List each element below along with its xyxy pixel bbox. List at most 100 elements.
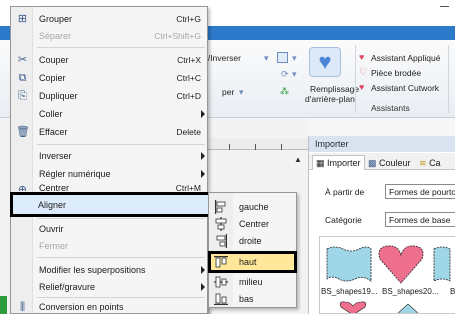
from-select[interactable]: Formes de pourtour xyxy=(385,184,455,199)
menu-item-conversion-points[interactable]: ⫼ Conversion en points xyxy=(11,298,207,314)
chevron-down-icon[interactable]: ▾ xyxy=(264,53,269,63)
menu-item-label: Dupliquer xyxy=(39,91,78,101)
category-label: Catégorie xyxy=(325,215,362,225)
tab-ca[interactable]: ≋ Ca xyxy=(415,155,445,170)
menu-item-label: Centrer xyxy=(39,183,70,191)
category-select[interactable]: Formes de base xyxy=(385,212,455,227)
rotate-icon[interactable] xyxy=(277,52,288,63)
align-top-icon xyxy=(214,256,228,268)
tab-importer-label: Importer xyxy=(327,158,361,168)
menu-item-aligner[interactable]: Aligner xyxy=(10,192,218,217)
menu-item-label: Fermer xyxy=(39,241,68,251)
menu-item-shortcut: Ctrl+G xyxy=(176,14,201,24)
transform-icon[interactable]: ⟳ xyxy=(281,69,289,79)
piece-brodee-button[interactable]: Pièce brodée xyxy=(371,68,421,78)
submenu-arrow-icon xyxy=(201,110,205,118)
menu-item-fermer[interactable]: Fermer xyxy=(11,237,207,255)
background-fill-label-1[interactable]: Remplissage xyxy=(310,84,359,94)
submenu-item-gauche[interactable]: gauche xyxy=(209,198,296,216)
menu-item-label: Copier xyxy=(39,73,66,83)
menu-item-label: Couper xyxy=(39,55,69,65)
ribbon-separator xyxy=(355,45,356,113)
chevron-down-icon[interactable]: ▾ xyxy=(292,53,297,63)
submenu-item-label: gauche xyxy=(239,202,269,212)
menu-separator xyxy=(37,218,205,219)
submenu-item-droite[interactable]: droite xyxy=(209,232,296,250)
thread-icon: ≋ xyxy=(419,158,427,168)
import-panel: Importer ▦ Importer ▩ Couleur ≋ Ca À par… xyxy=(308,136,455,314)
menu-item-separer[interactable]: Séparer Ctrl+Shift+G xyxy=(11,27,207,45)
menu-item-inverser[interactable]: Inverser xyxy=(11,147,207,165)
scroll-up-icon[interactable]: ▲ xyxy=(292,155,304,165)
menu-item-coller[interactable]: Coller xyxy=(11,105,207,123)
ribbon-group-label: Assistants xyxy=(371,103,410,113)
menu-item-couper[interactable]: ✂ Couper Ctrl+X xyxy=(11,51,207,69)
menu-item-modifier-superpositions[interactable]: Modifier les superpositions xyxy=(11,261,207,279)
menu-item-label: Modifier les superpositions xyxy=(39,265,146,275)
menu-item-label: Séparer xyxy=(39,31,72,41)
submenu-item-label: bas xyxy=(239,294,254,304)
submenu-arrow-icon xyxy=(201,283,205,291)
thumbnail-shape-2[interactable] xyxy=(376,243,426,285)
submenu-item-bas[interactable]: bas xyxy=(209,290,296,308)
menu-item-shortcut: Delete xyxy=(176,127,201,137)
menu-item-label: Conversion en points xyxy=(39,302,124,312)
tab-importer[interactable]: ▦ Importer xyxy=(312,155,365,170)
menu-item-shortcut: Ctrl+C xyxy=(176,73,201,83)
menu-item-effacer[interactable]: 🗑 Effacer Delete xyxy=(11,123,207,141)
chevron-down-icon[interactable]: ▾ xyxy=(292,69,297,79)
trash-icon: 🗑 xyxy=(16,126,30,138)
side-strip xyxy=(0,296,7,314)
thumbnail-shape-5[interactable] xyxy=(394,303,422,314)
menu-item-shortcut: Ctrl+D xyxy=(176,91,201,101)
align-left-icon xyxy=(215,200,226,214)
tab-couleur-label: Couleur xyxy=(379,158,411,168)
minimize-icon[interactable] xyxy=(440,6,449,7)
assistant-cutwork-button[interactable]: Assistant Cutwork xyxy=(371,83,439,93)
per-button[interactable]: per xyxy=(222,87,234,97)
inverser-button[interactable]: r/Inverser xyxy=(205,53,241,63)
thumbnail-caption: B xyxy=(450,287,455,296)
menu-item-label: Relief/gravure xyxy=(39,282,96,292)
background-fill-heart-icon[interactable]: ♥ xyxy=(309,47,341,77)
thumbnail-shape-4[interactable] xyxy=(338,301,368,314)
menu-item-shortcut: Ctrl+X xyxy=(177,55,201,65)
submenu-arrow-icon xyxy=(201,152,205,160)
menu-item-relief-gravure[interactable]: Relief/gravure xyxy=(11,278,207,296)
grid-icon: ▦ xyxy=(316,158,325,168)
menu-item-grouper[interactable]: ⊞ Grouper Ctrl+G xyxy=(11,10,207,28)
menu-separator xyxy=(37,47,205,48)
center-icon: ⊕ xyxy=(17,184,28,191)
menu-item-label: Grouper xyxy=(39,14,73,24)
menu-item-shortcut: Ctrl+Shift+G xyxy=(154,31,201,41)
copy-icon: ⧉ xyxy=(18,72,27,84)
embroidered-heart-icon: ♡ xyxy=(359,67,368,77)
menu-separator xyxy=(37,257,205,258)
align-bottom-icon xyxy=(214,293,228,305)
menu-item-copier[interactable]: ⧉ Copier Ctrl+C xyxy=(11,69,207,87)
ruler xyxy=(203,138,308,150)
background-fill-label-2[interactable]: d'arrière-plan xyxy=(305,94,355,104)
thumbnail-shape-1[interactable] xyxy=(323,243,373,285)
palette-icon: ▩ xyxy=(368,158,377,168)
menu-item-ouvrir[interactable]: Ouvrir xyxy=(11,220,207,238)
from-label: À partir de xyxy=(325,187,365,197)
node-icon[interactable]: ⁂ xyxy=(280,86,289,96)
thumbnail-shape-3[interactable] xyxy=(432,243,455,285)
applique-heart-icon: ♥ xyxy=(359,52,365,62)
menu-item-centrer[interactable]: ⊕ Centrer Ctrl+M xyxy=(11,181,207,191)
menu-item-label: Inverser xyxy=(39,151,72,161)
menu-item-label: Régler numérique xyxy=(39,169,111,179)
chevron-down-icon[interactable]: ▾ xyxy=(239,87,244,97)
submenu-item-label: Centrer xyxy=(239,219,270,229)
align-submenu: gauche Centrer droite haut milieu bas xyxy=(208,192,297,308)
menu-separator xyxy=(37,144,205,145)
submenu-arrow-icon xyxy=(201,266,205,274)
submenu-item-milieu[interactable]: milieu xyxy=(209,273,296,291)
menu-item-label: Coller xyxy=(39,109,63,119)
menu-item-dupliquer[interactable]: ⎘ Dupliquer Ctrl+D xyxy=(11,87,207,105)
submenu-item-centrer[interactable]: Centrer xyxy=(209,215,296,233)
assistant-applique-button[interactable]: Assistant Appliqué xyxy=(371,53,440,63)
tab-couleur[interactable]: ▩ Couleur xyxy=(364,155,415,170)
submenu-item-haut[interactable]: haut xyxy=(208,251,297,273)
